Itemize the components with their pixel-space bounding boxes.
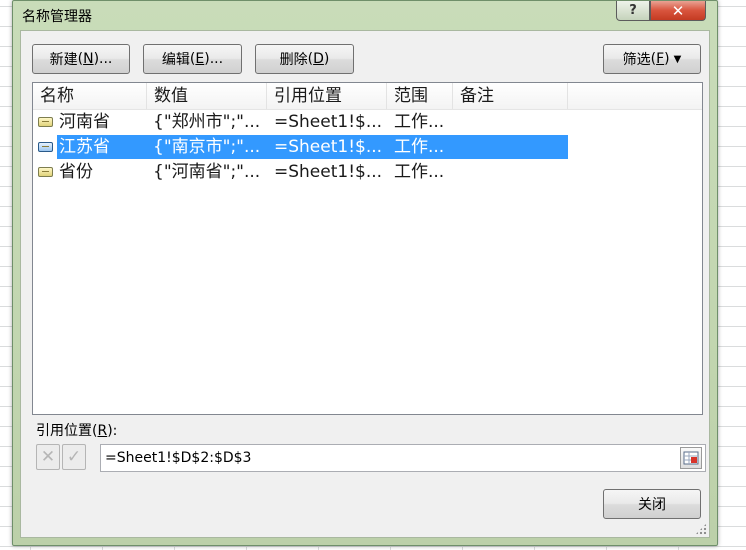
close-window-button[interactable]: ✕ (650, 1, 706, 21)
row-value: {"南京市";"... (153, 137, 261, 157)
edit-button-label: 编辑 (161, 52, 190, 68)
collapse-dialog-button[interactable] (680, 447, 702, 469)
row-comment (460, 110, 560, 135)
list-header: 名称 数值 引用位置 范围 备注 (33, 83, 702, 110)
close-button[interactable]: 关闭 (603, 489, 701, 519)
row-value: {"郑州市";"... (153, 112, 261, 132)
names-list[interactable]: 名称 数值 引用位置 范围 备注 河南省 {"郑州市";"... =Sheet1… (32, 82, 703, 415)
delete-button-label: 删除 (279, 52, 308, 68)
row-value: {"河南省";"... (153, 162, 261, 182)
new-button-suffix: )... (93, 51, 113, 67)
delete-button-suffix: ) (323, 51, 330, 67)
refers-to-label-text: 引用位置 (36, 423, 92, 439)
new-button-accel: N (83, 51, 94, 67)
name-range-icon (38, 117, 53, 127)
column-header-refers-to[interactable]: 引用位置 (267, 83, 387, 109)
refers-to-input[interactable]: =Sheet1!$D$2:$D$3 (100, 444, 706, 472)
row-scope: 工作... (394, 112, 445, 132)
dropdown-arrow-icon: ▼ (673, 53, 682, 65)
name-range-icon (38, 142, 53, 152)
row-name: 江苏省 (59, 137, 110, 157)
edit-button-suffix: )... (204, 51, 224, 67)
row-scope: 工作... (394, 162, 445, 182)
row-name: 河南省 (59, 112, 110, 132)
filter-button[interactable]: 筛选(F) ▼ (603, 44, 701, 74)
new-button-label: 新建 (49, 52, 78, 68)
title-bar[interactable]: 名称管理器 ? ✕ (13, 1, 717, 29)
cancel-edit-button[interactable]: ✕ (36, 444, 60, 470)
column-header-name[interactable]: 名称 (33, 83, 147, 109)
range-select-icon (683, 451, 699, 465)
list-row[interactable]: 省份 {"河南省";"... =Sheet1!$... 工作... (33, 160, 568, 185)
row-refers-to: =Sheet1!$... (274, 162, 383, 182)
delete-button[interactable]: 删除(D) (255, 44, 354, 74)
row-refers-to: =Sheet1!$... (274, 112, 383, 132)
refers-to-accel: R (97, 423, 108, 439)
confirm-edit-button[interactable]: ✓ (62, 444, 86, 470)
edit-button-accel: E (195, 51, 205, 67)
row-comment (460, 160, 560, 185)
filter-button-label: 筛选 (622, 52, 651, 68)
help-button[interactable]: ? (616, 1, 650, 21)
edit-button[interactable]: 编辑(E)... (143, 44, 242, 74)
name-range-icon (38, 167, 53, 177)
delete-button-accel: D (313, 51, 324, 67)
cancel-x-icon: ✕ (40, 447, 56, 467)
column-header-comment[interactable]: 备注 (453, 83, 568, 109)
list-row[interactable]: 河南省 {"郑州市";"... =Sheet1!$... 工作... (33, 110, 568, 135)
row-scope: 工作... (394, 137, 445, 157)
resize-grip-icon[interactable] (695, 523, 707, 535)
checkmark-icon: ✓ (66, 447, 82, 467)
dialog-body: 新建(N)... 编辑(E)... 删除(D) 筛选(F) ▼ 名称 数值 引用… (20, 30, 710, 538)
dialog-title: 名称管理器 (22, 9, 92, 25)
name-manager-dialog: 名称管理器 ? ✕ 新建(N)... 编辑(E)... 删除(D) 筛选(F) … (12, 0, 718, 546)
help-icon: ? (629, 3, 637, 18)
new-button[interactable]: 新建(N)... (32, 44, 130, 74)
column-header-value[interactable]: 数值 (147, 83, 267, 109)
row-comment (460, 135, 560, 160)
filter-button-accel: F (656, 51, 665, 67)
filter-button-suffix: ) (664, 51, 670, 67)
close-icon: ✕ (671, 1, 685, 20)
row-refers-to: =Sheet1!$... (274, 137, 383, 157)
refers-to-value: =Sheet1!$D$2:$D$3 (105, 450, 252, 466)
list-row-selected[interactable]: 江苏省 {"南京市";"... =Sheet1!$... 工作... (33, 135, 568, 160)
refers-to-label-suffix: ): (107, 423, 118, 439)
refers-to-label: 引用位置(R): (36, 423, 118, 439)
close-button-label: 关闭 (638, 497, 666, 513)
column-header-scope[interactable]: 范围 (387, 83, 453, 109)
row-name: 省份 (59, 162, 93, 182)
